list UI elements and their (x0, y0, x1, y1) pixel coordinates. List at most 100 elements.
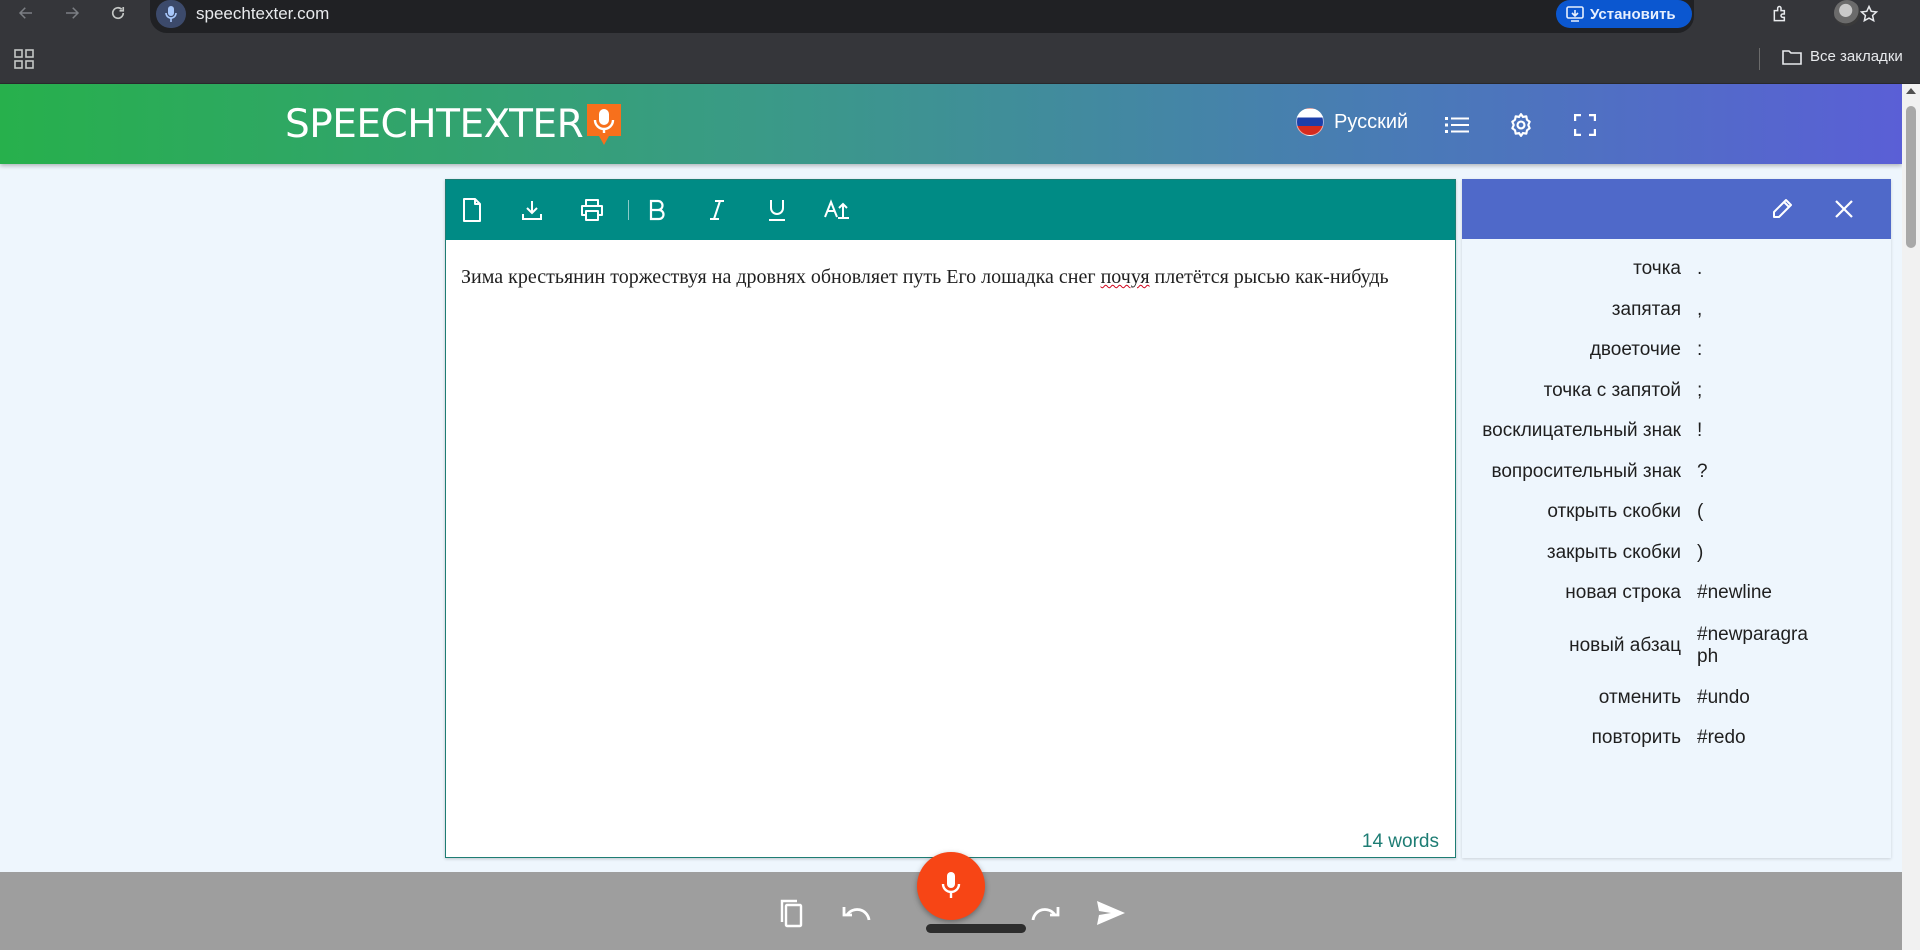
download-icon (522, 201, 542, 220)
apps-button[interactable] (14, 49, 36, 71)
command-symbol: ) (1697, 541, 1704, 563)
command-name: восклицательный знак (1482, 420, 1681, 442)
extensions-button[interactable] (1766, 0, 1796, 28)
microphone-icon (941, 872, 961, 898)
scroll-up-arrow[interactable] (1906, 88, 1916, 94)
forward-button[interactable] (56, 0, 88, 26)
command-row: точка. (1462, 249, 1891, 290)
all-bookmarks-button[interactable]: Все закладки (1782, 48, 1903, 65)
settings-button[interactable] (1506, 110, 1536, 140)
install-app-button[interactable]: Установить (1556, 0, 1692, 28)
print-icon (581, 199, 603, 221)
italic-button[interactable] (702, 195, 732, 225)
underline-icon (769, 200, 785, 221)
command-row: запятая, (1462, 290, 1891, 331)
copy-icon (780, 899, 803, 928)
download-button[interactable] (517, 195, 547, 225)
mic-handle-bar (926, 924, 1026, 933)
new-document-icon (463, 198, 481, 222)
command-symbol: #undo (1697, 686, 1750, 708)
apps-grid-icon (14, 49, 34, 69)
undo-button[interactable] (839, 896, 873, 930)
command-row: новая строка #newline (1462, 573, 1891, 614)
fullscreen-icon (1574, 114, 1596, 136)
microphone-icon (165, 6, 177, 22)
editor-text-area[interactable]: Зима крестьянин торжествуя на дровнях об… (461, 260, 1446, 295)
russia-flag-icon (1296, 108, 1324, 136)
bold-button[interactable] (642, 195, 672, 225)
url-text: speechtexter.com (196, 4, 330, 23)
forward-arrow-icon (66, 7, 80, 19)
underline-button[interactable] (762, 195, 792, 225)
bold-icon (649, 199, 665, 221)
undo-icon (842, 907, 871, 921)
command-name: отменить (1598, 686, 1681, 708)
commands-list-button[interactable] (1442, 110, 1472, 140)
address-bar[interactable]: speechtexter.com Установить (150, 0, 1879, 33)
language-label: Русский (1334, 110, 1409, 133)
record-microphone-button[interactable] (917, 852, 985, 920)
editor-toolbar (446, 180, 1455, 240)
install-app-icon (1566, 6, 1584, 22)
command-symbol: ( (1697, 501, 1704, 523)
list-icon (1445, 117, 1469, 133)
command-name: точка с запятой (1543, 379, 1681, 401)
command-name: двоеточие (1589, 339, 1681, 361)
reload-button[interactable] (102, 0, 134, 26)
word-count: 14 words (1361, 831, 1439, 852)
command-row: точка с запятой; (1462, 371, 1891, 412)
command-name: новая строка (1565, 582, 1681, 604)
send-icon (1097, 901, 1125, 925)
profile-avatar[interactable] (1834, 0, 1860, 26)
transcript-text-end: плетётся рысью как-нибудь (1149, 266, 1389, 288)
redo-button[interactable] (1029, 896, 1063, 930)
language-selector[interactable]: Русский (1296, 108, 1408, 136)
site-info-chip[interactable] (156, 0, 186, 28)
command-row: новый абзац #newparagraph (1462, 614, 1891, 678)
command-name: запятая (1611, 298, 1681, 320)
copy-button[interactable] (774, 896, 808, 930)
command-symbol: ? (1697, 460, 1708, 482)
command-row: вопросительный знак? (1462, 452, 1891, 493)
gear-icon (1511, 113, 1531, 137)
back-button[interactable] (10, 0, 42, 26)
commands-list: точка. запятая, двоеточие: точка с запят… (1462, 249, 1891, 759)
text-size-icon (824, 199, 849, 219)
editor-panel: Зима крестьянин торжествуя на дровнях об… (445, 179, 1456, 858)
command-symbol: . (1697, 258, 1703, 280)
print-button[interactable] (577, 195, 607, 225)
toolbar-separator (628, 200, 629, 220)
extensions-icon (1773, 5, 1786, 22)
command-name: вопросительный знак (1491, 460, 1681, 482)
back-arrow-icon (18, 7, 32, 19)
close-panel-button[interactable] (1829, 194, 1859, 224)
command-symbol: #newline (1697, 582, 1772, 604)
command-row: закрыть скобки) (1462, 533, 1891, 574)
close-icon (1835, 200, 1853, 218)
command-name: повторить (1591, 727, 1681, 749)
send-button[interactable] (1094, 896, 1128, 930)
misspelled-word[interactable]: почуя (1101, 266, 1150, 288)
reload-icon (111, 6, 125, 20)
voice-commands-panel: точка. запятая, двоеточие: точка с запят… (1462, 179, 1891, 858)
command-name: открыть скобки (1547, 501, 1681, 523)
folder-icon (1782, 49, 1802, 65)
logo-text: SPEECHTEXTER (285, 102, 584, 147)
command-row: двоеточие: (1462, 330, 1891, 371)
logo[interactable]: SPEECHTEXTER (285, 102, 623, 147)
command-row: отменить #undo (1462, 678, 1891, 719)
new-document-button[interactable] (457, 195, 487, 225)
fullscreen-button[interactable] (1570, 110, 1600, 140)
italic-icon (710, 200, 724, 220)
microphone-icon (587, 103, 622, 145)
edit-commands-button[interactable] (1767, 194, 1797, 224)
command-symbol: , (1697, 298, 1703, 320)
page-scrollbar[interactable] (1902, 84, 1920, 950)
scroll-thumb[interactable] (1906, 106, 1916, 248)
command-row: повторить #redo (1462, 718, 1891, 759)
app-header: SPEECHTEXTER Русский (0, 84, 1902, 164)
text-size-button[interactable] (822, 195, 852, 225)
star-icon (1859, 4, 1879, 23)
command-symbol: ; (1697, 379, 1703, 401)
commands-header (1462, 179, 1891, 239)
